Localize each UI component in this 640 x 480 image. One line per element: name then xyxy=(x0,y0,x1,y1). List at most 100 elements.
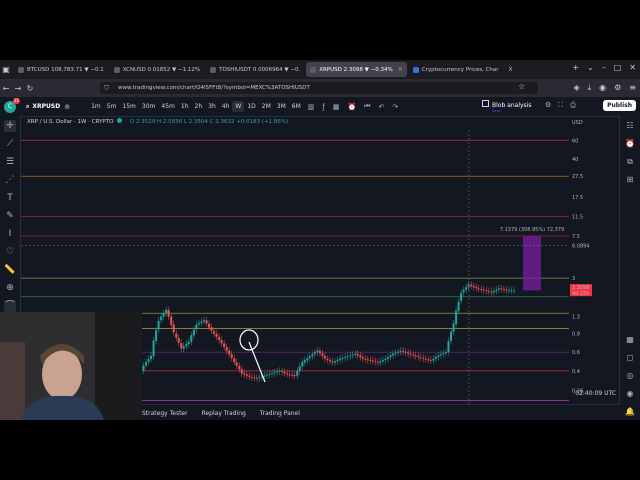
interval-1d[interactable]: 1D xyxy=(244,101,258,112)
pattern-icon[interactable]: ⋰ xyxy=(4,174,16,186)
browser-tab-crypto-prices[interactable]: Cryptocurrency Prices, Char xyxy=(409,62,503,77)
back-icon[interactable]: ← xyxy=(0,84,12,93)
interval-1m[interactable]: 1m xyxy=(88,101,104,112)
broadcast-icon[interactable]: ◉ xyxy=(624,388,636,400)
url-text: www.tradingview.com/chart/O4I5FFt8/?symb… xyxy=(118,85,310,91)
maximize-icon[interactable]: □ xyxy=(614,63,622,72)
bookmark-star-icon[interactable]: ☆ xyxy=(518,82,525,91)
layout-name-button[interactable]: Blob analysis Save xyxy=(482,100,531,113)
browser-tab-x[interactable]: X xyxy=(505,62,517,77)
chevron-down-icon[interactable]: ⌄ xyxy=(587,63,594,72)
browser-tab-toshi[interactable]: TOSHIUSDT 0.0006964 ▼ −0. xyxy=(206,62,304,77)
trading-panel-tab[interactable]: Trading Panel xyxy=(260,410,300,417)
candle-body xyxy=(437,355,440,358)
tab-list-icon[interactable]: ▣ xyxy=(0,65,12,74)
browser-tab-xrp[interactable]: XRPUSD 2.3098 ▼ −0.34% ✕ xyxy=(306,62,407,77)
interval-1h[interactable]: 1h xyxy=(178,101,192,112)
extensions-icon[interactable]: ⚙ xyxy=(614,83,621,93)
pocket-icon[interactable]: ◈ xyxy=(573,83,579,93)
watchlist-icon[interactable]: ☷ xyxy=(624,120,636,132)
tab-label: Cryptocurrency Prices, Char xyxy=(421,66,499,73)
tab-favicon xyxy=(310,66,317,73)
close-window-icon[interactable]: ✕ xyxy=(629,63,636,72)
interval-4h[interactable]: 4h xyxy=(219,101,233,112)
candle-body xyxy=(147,358,150,363)
hotlist-icon[interactable]: ⊞ xyxy=(624,174,636,186)
avatar[interactable]: C 11 xyxy=(4,97,20,113)
replay-trading-tab[interactable]: Replay Trading xyxy=(202,410,246,417)
fib-icon[interactable]: ☰ xyxy=(4,156,16,168)
camera-icon[interactable]: ⎙ xyxy=(570,101,576,110)
close-icon[interactable]: ✕ xyxy=(398,66,403,73)
interval-45m[interactable]: 45m xyxy=(158,101,177,112)
crosshair-icon[interactable]: ✛ xyxy=(4,120,16,132)
browser-tab-btc[interactable]: BTCUSD 108,783.71 ▼ −0.1 xyxy=(14,62,108,77)
replay-icon[interactable]: ⏮ xyxy=(360,102,374,111)
heart-icon[interactable]: ♡ xyxy=(4,246,16,258)
candle-body xyxy=(394,352,397,354)
zoom-icon[interactable]: ⊕ xyxy=(4,282,16,294)
alarm-clock-icon[interactable]: ⏰ xyxy=(624,138,636,150)
text-icon[interactable]: T xyxy=(4,192,16,204)
candle-body xyxy=(414,355,417,357)
fullscreen-icon[interactable]: ⛶ xyxy=(558,101,563,110)
compare-add-icon[interactable]: ⊕ xyxy=(60,103,74,111)
candle-body xyxy=(308,356,311,359)
layout-name: Blob analysis xyxy=(492,102,532,109)
minimize-icon[interactable]: – xyxy=(602,63,606,72)
redo-icon[interactable]: ↷ xyxy=(388,103,402,111)
shield-icon: ⛉ xyxy=(104,83,110,92)
market-status-dot xyxy=(117,118,123,123)
notifications-icon[interactable]: 🔔 xyxy=(624,406,636,418)
candle-body xyxy=(291,374,294,376)
candle-body xyxy=(213,331,216,334)
account-icon[interactable]: ◉ xyxy=(599,83,606,93)
interval-5m[interactable]: 5m xyxy=(104,101,120,112)
interval-15m[interactable]: 15m xyxy=(119,101,138,112)
candle-body xyxy=(175,333,178,338)
reload-icon[interactable]: ↻ xyxy=(24,84,36,93)
strategy-tester-tab[interactable]: Strategy Tester xyxy=(142,410,188,417)
interval-30m[interactable]: 30m xyxy=(139,101,158,112)
brush-icon[interactable]: ✎ xyxy=(4,210,16,222)
data-window-icon[interactable]: ⧉ xyxy=(624,156,636,168)
calendar-icon[interactable]: ▦ xyxy=(624,334,636,346)
symbol-search[interactable]: ⌕ XRPUSD xyxy=(26,103,60,111)
menu-icon[interactable]: ≡ xyxy=(629,83,636,93)
ideas-icon[interactable]: ◎ xyxy=(624,370,636,382)
download-icon[interactable]: ⤓ xyxy=(588,83,592,93)
browser-tab-xcn[interactable]: XCNUSD 0.01852 ▼ −1.12% xyxy=(110,62,204,77)
candle-body xyxy=(293,375,296,377)
candle-body xyxy=(152,340,155,357)
interval-3h[interactable]: 3h xyxy=(205,101,219,112)
interval-w[interactable]: W xyxy=(232,101,245,112)
cursor-text-icon[interactable]: I xyxy=(4,228,16,240)
undo-icon[interactable]: ↶ xyxy=(375,103,389,111)
layout-icon[interactable]: ▦ xyxy=(329,103,344,111)
interval-2m[interactable]: 2M xyxy=(259,101,274,112)
forward-icon[interactable]: → xyxy=(12,84,24,93)
indicators-icon[interactable]: ƒ xyxy=(318,103,328,111)
candle-body xyxy=(334,361,337,363)
new-tab-icon[interactable]: + xyxy=(572,63,579,72)
chat-icon[interactable]: ◻ xyxy=(624,352,636,364)
ruler-icon[interactable]: 📏 xyxy=(4,264,16,276)
url-field[interactable]: ⛉ www.tradingview.com/chart/O4I5FFt8/?sy… xyxy=(100,82,538,94)
magnet-icon[interactable]: ⌒ xyxy=(4,300,16,312)
publish-button[interactable]: Publish xyxy=(603,100,636,111)
trendline-icon[interactable]: ⟋ xyxy=(4,138,16,150)
utc-clock[interactable]: 02:40:09 UTC xyxy=(575,390,616,397)
candle-body xyxy=(407,352,410,354)
candle-body xyxy=(218,336,221,341)
gear-icon[interactable]: ⚙ xyxy=(545,101,551,110)
interval-2h[interactable]: 2h xyxy=(192,101,206,112)
candle-body xyxy=(379,361,382,363)
candle-body xyxy=(243,373,246,375)
interval-6m[interactable]: 6M xyxy=(289,101,304,112)
candle-body xyxy=(329,359,332,362)
candle-type-icon[interactable]: ▥ xyxy=(304,103,319,111)
candle-body xyxy=(268,374,271,375)
candle-body xyxy=(273,372,276,374)
interval-3m[interactable]: 3M xyxy=(274,101,289,112)
alert-icon[interactable]: ⏰ xyxy=(343,103,360,111)
